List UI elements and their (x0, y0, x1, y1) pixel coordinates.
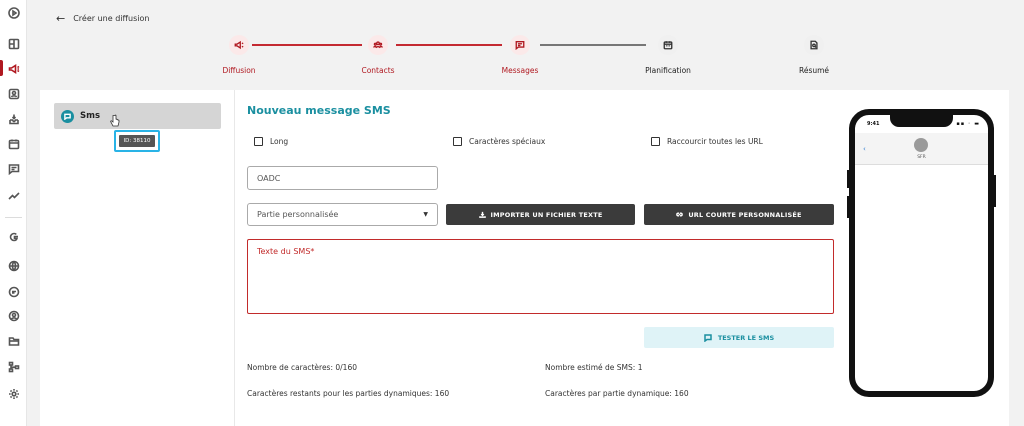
arrow-left-icon: ← (56, 12, 66, 25)
phone-message-header: ‹ SFR (855, 133, 988, 165)
phone-preview: 9:41 ▪▪ ◦ ▬ ‹ SFR (849, 109, 994, 397)
inbox-icon[interactable] (7, 112, 20, 125)
step-label: Diffusion (222, 66, 256, 75)
step-label: Résumé (798, 66, 830, 75)
checkbox-shorten-urls[interactable]: Raccourcir toutes les URL (651, 137, 763, 146)
left-nav-rail (0, 0, 27, 426)
message-icon (704, 333, 712, 342)
active-indicator (0, 60, 3, 76)
play-icon[interactable] (7, 6, 20, 19)
test-sms-button[interactable]: TESTER LE SMS (644, 327, 834, 348)
step-planification[interactable]: Planification (643, 35, 693, 75)
status-icons: ▪▪ ◦ ▬ (956, 121, 980, 127)
stepper-connector (540, 44, 646, 46)
checkbox-special-chars[interactable]: Caractères spéciaux (453, 137, 545, 146)
char-count: Nombre de caractères: 0/160 (247, 363, 357, 372)
folder-icon[interactable] (7, 334, 20, 347)
button-label: TESTER LE SMS (717, 333, 775, 342)
hierarchy-icon[interactable] (7, 360, 20, 373)
group-icon (368, 35, 388, 55)
sms-text-area[interactable]: Texte du SMS* (247, 239, 834, 314)
step-label: Messages (501, 66, 539, 75)
megaphone-icon (229, 35, 249, 55)
id-tooltip-highlight: ID: 38110 (114, 130, 160, 152)
step-contacts[interactable]: Contacts (358, 35, 398, 75)
link-icon (676, 212, 684, 217)
stepper-connector (396, 44, 502, 46)
step-label: Planification (645, 66, 691, 75)
custom-part-select[interactable]: Partie personnalisée ▼ (247, 203, 438, 226)
step-resume[interactable]: Résumé (794, 35, 834, 75)
contacts-icon[interactable] (7, 87, 20, 100)
sender-name: SFR (917, 155, 926, 160)
trend-icon[interactable] (7, 189, 20, 202)
oadc-input[interactable]: OADC (247, 166, 438, 190)
panel-divider (234, 90, 235, 426)
user-circle-icon[interactable] (7, 309, 20, 322)
custom-short-url-button[interactable]: URL COURTE PERSONNALISÉE (644, 204, 834, 225)
page-title: Créer une diffusion (73, 14, 150, 23)
checkbox-long[interactable]: Long (254, 137, 288, 146)
summary-icon (804, 35, 824, 55)
select-value: Partie personnalisée (257, 210, 339, 219)
remaining-dynamic-chars: Caractères restants pour les parties dyn… (247, 389, 450, 398)
calendar-icon (658, 35, 678, 55)
step-diffusion[interactable]: Diffusion (218, 35, 260, 75)
phone-notch (890, 115, 953, 127)
sms-icon (61, 109, 74, 123)
button-label: IMPORTER UN FICHIER TEXTE (490, 210, 603, 219)
channel-item-sms[interactable]: Sms (54, 103, 221, 129)
step-messages[interactable]: Messages (499, 35, 541, 75)
id-tooltip: ID: 38110 (119, 135, 155, 147)
stepper-connector (252, 44, 362, 46)
chat-bubble-icon[interactable] (7, 285, 20, 298)
sms-text-placeholder: Texte du SMS* (257, 247, 315, 256)
calendar-icon[interactable] (7, 137, 20, 150)
import-text-file-button[interactable]: IMPORTER UN FICHIER TEXTE (446, 204, 635, 225)
message-icon (510, 35, 530, 55)
rail-divider (5, 217, 22, 218)
channel-label: Sms (80, 111, 101, 121)
download-icon (478, 211, 486, 218)
checkbox-label: Caractères spéciaux (469, 137, 546, 146)
megaphone-icon[interactable] (7, 62, 20, 75)
checkbox-label: Raccourcir toutes les URL (667, 137, 763, 146)
checkbox-box[interactable] (453, 137, 462, 146)
button-label: URL COURTE PERSONNALISÉE (688, 210, 802, 219)
avatar (914, 138, 928, 152)
form-title: Nouveau message SMS (247, 104, 391, 117)
step-label: Contacts (361, 66, 395, 75)
oadc-placeholder: OADC (257, 173, 281, 183)
back-link[interactable]: ← Créer une diffusion (56, 12, 149, 25)
phone-side-button (994, 175, 996, 207)
chat-icon[interactable] (7, 162, 20, 175)
per-dynamic-part-chars: Caractères par partie dynamique: 160 (545, 389, 689, 398)
google-icon[interactable] (7, 230, 20, 243)
settings-icon[interactable] (7, 387, 20, 400)
hand-cursor-icon (110, 114, 120, 127)
checkbox-box[interactable] (651, 137, 660, 146)
checkbox-box[interactable] (254, 137, 263, 146)
chevron-left-icon: ‹ (863, 145, 866, 153)
caret-down-icon: ▼ (423, 211, 428, 218)
globe-icon[interactable] (7, 259, 20, 272)
checkbox-label: Long (270, 137, 289, 146)
phone-time: 9:41 (867, 121, 880, 127)
dashboard-icon[interactable] (7, 37, 20, 50)
estimated-sms-count: Nombre estimé de SMS: 1 (545, 363, 643, 372)
